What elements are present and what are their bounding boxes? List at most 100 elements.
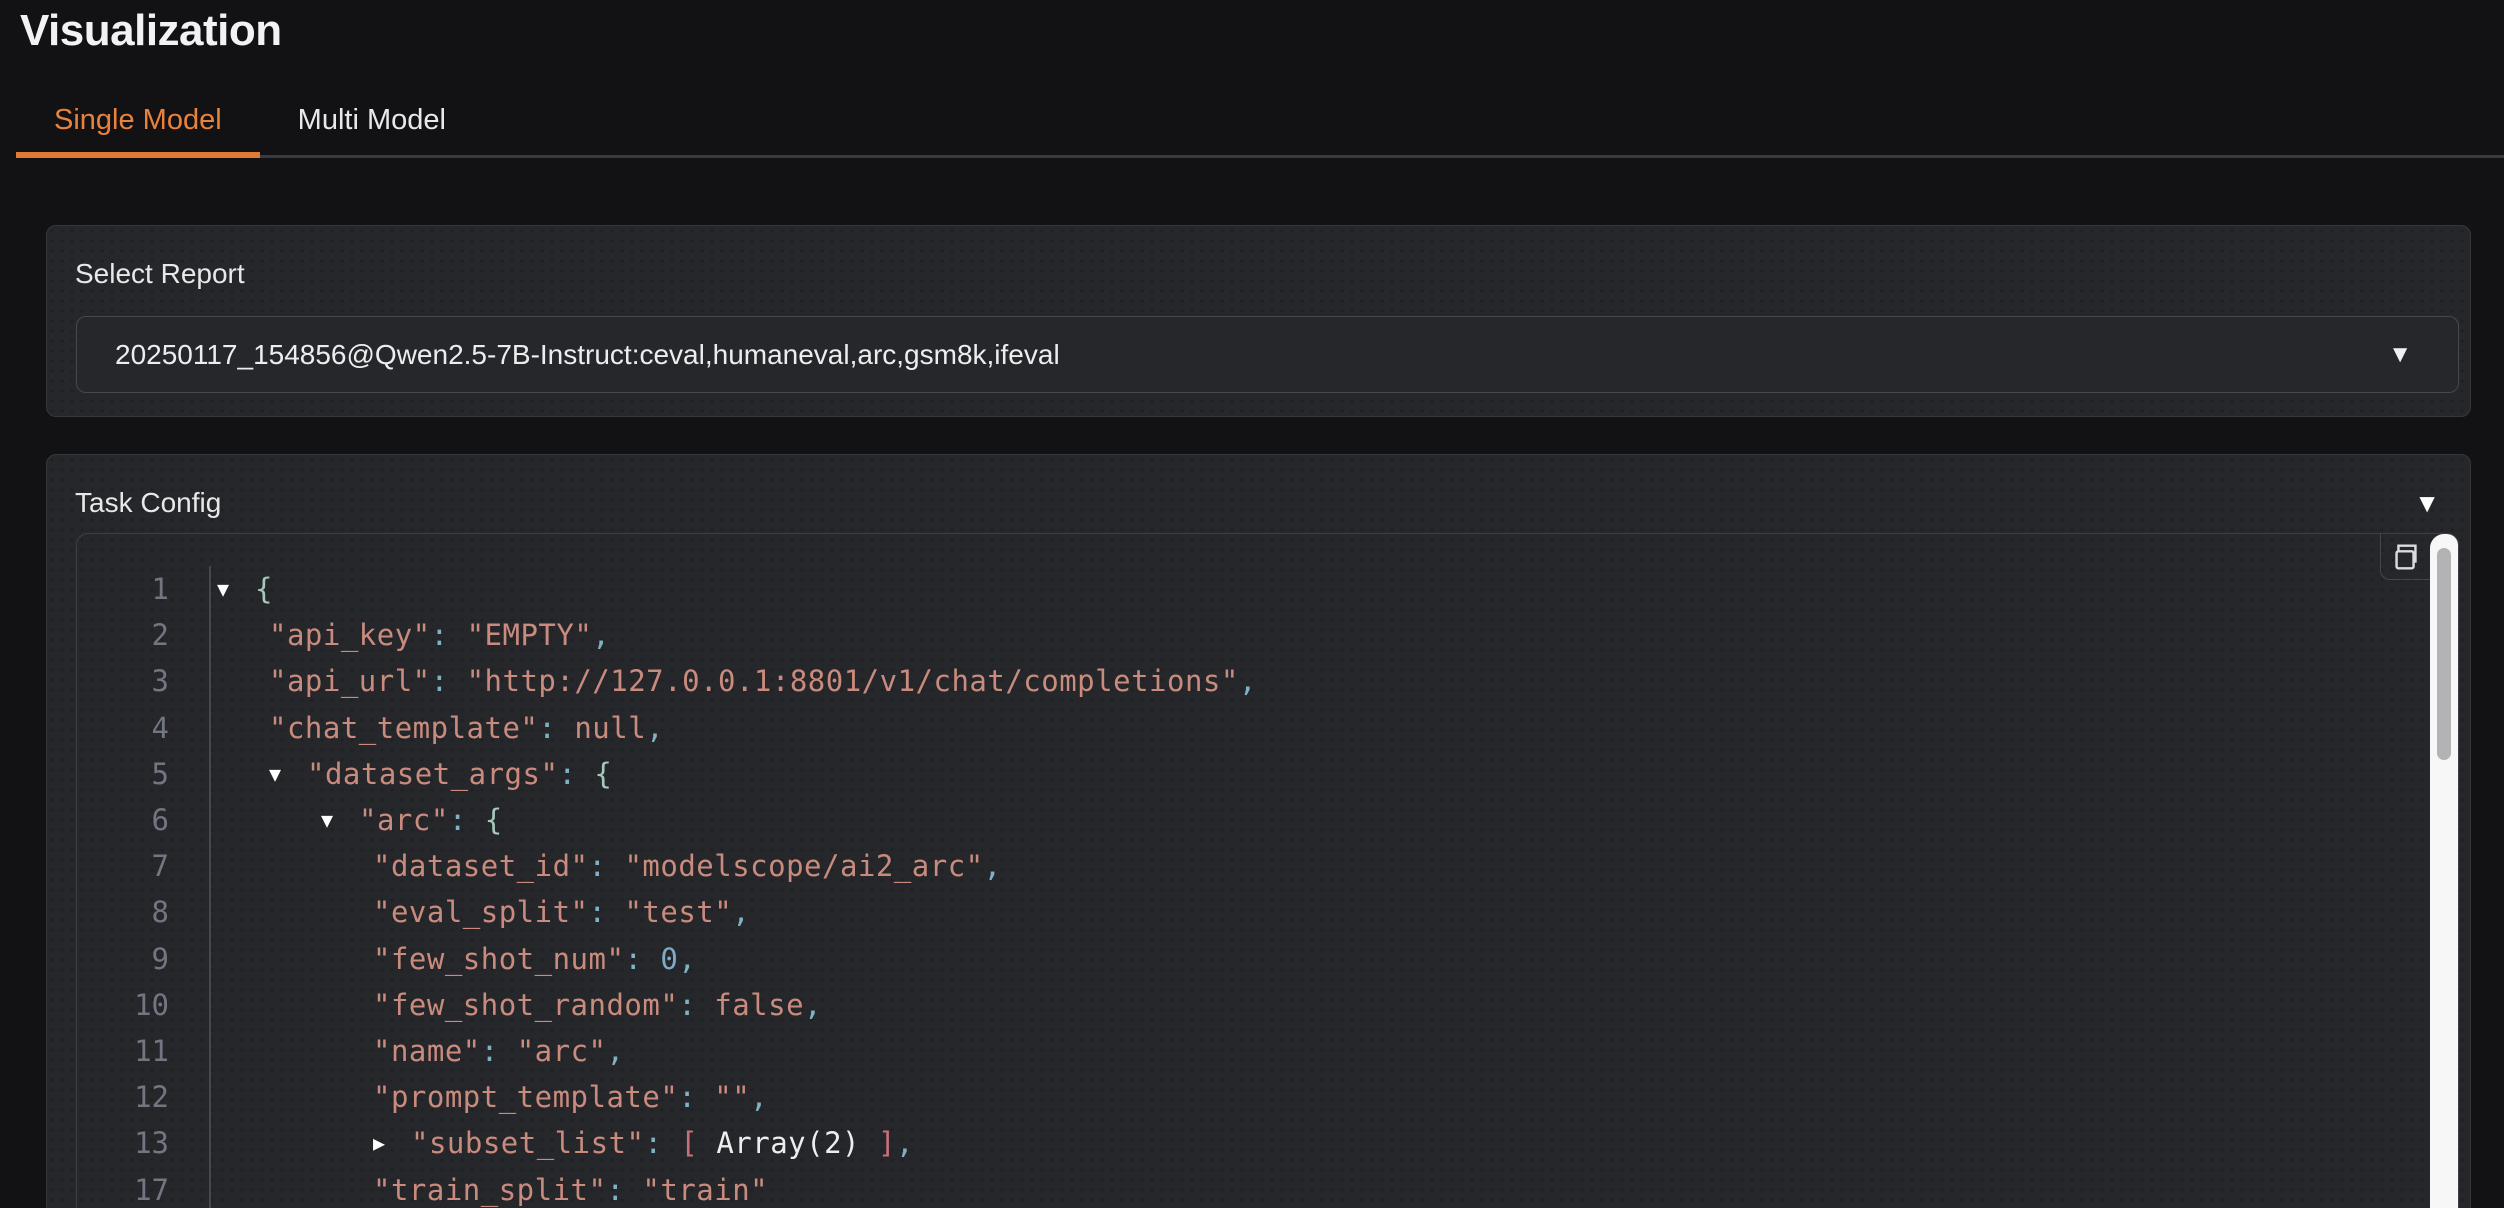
- code-line: 2"api_key": "EMPTY",: [77, 612, 2428, 658]
- token-punct: ,: [592, 618, 610, 652]
- expand-node-icon[interactable]: ▶: [373, 1131, 411, 1155]
- code-line: 11"name": "arc",: [77, 1028, 2428, 1074]
- code-line-content: "name": "arc",: [209, 1028, 2428, 1074]
- code-line: 6▼"arc": {: [77, 797, 2428, 843]
- code-line-content: "train_split": "train": [209, 1166, 2428, 1208]
- token-bracket: [: [680, 1126, 716, 1160]
- code-line: 4"chat_template": null,: [77, 705, 2428, 751]
- token-key: "arc": [359, 803, 449, 837]
- token-punct: :: [431, 618, 467, 652]
- tab-bar: Single ModelMulti Model: [16, 96, 2504, 158]
- line-number: 9: [77, 942, 209, 976]
- token-kw: null: [574, 711, 646, 745]
- token-punct: :: [481, 1034, 517, 1068]
- tab-single-model[interactable]: Single Model: [16, 104, 260, 158]
- code-line-content: "prompt_template": "",: [209, 1074, 2428, 1120]
- token-str: "arc": [517, 1034, 607, 1068]
- token-key: "few_shot_num": [373, 942, 624, 976]
- copy-icon: [2389, 540, 2423, 574]
- token-key: "name": [373, 1034, 481, 1068]
- token-punct: :: [589, 849, 625, 883]
- collapse-node-icon[interactable]: ▼: [321, 808, 359, 832]
- token-punct: :: [678, 988, 714, 1022]
- code-line: 10"few_shot_random": false,: [77, 982, 2428, 1028]
- token-str: "test": [624, 895, 732, 929]
- code-line: 1▼{: [77, 566, 2428, 612]
- code-line-content: ▼"arc": {: [209, 797, 2428, 843]
- code-line: 8 "eval_split": "test",: [77, 889, 2428, 935]
- token-key: "eval_split": [373, 895, 589, 929]
- task-config-label: Task Config: [75, 487, 221, 519]
- code-line: 7"dataset_id": "modelscope/ai2_arc",: [77, 843, 2428, 889]
- code-line-content: ▼"dataset_args": {: [209, 751, 2428, 797]
- token-punct: :: [678, 1080, 714, 1114]
- collapse-node-icon[interactable]: ▼: [217, 577, 255, 601]
- token-key: "train_split": [373, 1173, 606, 1207]
- token-punct: :: [449, 803, 485, 837]
- code-line-content: "chat_template": null,: [209, 705, 2428, 751]
- json-code-rows: 1▼{2"api_key": "EMPTY",3"api_url": "http…: [77, 566, 2428, 1208]
- token-key: "chat_template": [269, 711, 538, 745]
- select-report-label: Select Report: [75, 258, 2442, 290]
- collapse-node-icon[interactable]: ▼: [269, 762, 307, 786]
- token-key: "dataset_args": [307, 757, 558, 791]
- code-line: 12"prompt_template": "",: [77, 1074, 2428, 1120]
- line-number: 4: [77, 711, 209, 745]
- token-brace: {: [255, 572, 273, 606]
- code-line-content: "api_key": "EMPTY",: [209, 612, 2428, 658]
- report-dropdown[interactable]: 20250117_154856@Qwen2.5-7B-Instruct:ceva…: [76, 316, 2459, 393]
- token-str: "EMPTY": [467, 618, 593, 652]
- token-bracket: ]: [860, 1126, 896, 1160]
- token-punct: :: [644, 1126, 680, 1160]
- token-punct: :: [606, 1173, 642, 1207]
- code-line-content: "api_url": "http://127.0.0.1:8801/v1/cha…: [209, 658, 2428, 704]
- token-punct: :: [624, 942, 660, 976]
- task-config-json-viewer: 1▼{2"api_key": "EMPTY",3"api_url": "http…: [76, 533, 2459, 1208]
- token-punct: ,: [732, 895, 750, 929]
- code-line-content: "dataset_id": "modelscope/ai2_arc",: [209, 843, 2428, 889]
- token-str: "train": [642, 1173, 768, 1207]
- code-line-content: ▶"subset_list": [ Array(2) ],: [209, 1120, 2428, 1166]
- copy-button[interactable]: [2380, 534, 2430, 580]
- select-report-card: Select Report 20250117_154856@Qwen2.5-7B…: [46, 225, 2471, 417]
- code-line-content: "few_shot_num": 0,: [209, 936, 2428, 982]
- token-num: 0: [660, 942, 678, 976]
- token-punct: ,: [678, 942, 696, 976]
- chevron-down-icon: ▼: [2388, 343, 2412, 367]
- code-line: 3"api_url": "http://127.0.0.1:8801/v1/ch…: [77, 658, 2428, 704]
- tab-multi-model[interactable]: Multi Model: [260, 104, 484, 158]
- code-line: 9"few_shot_num": 0,: [77, 936, 2428, 982]
- line-number: 6: [77, 803, 209, 837]
- token-punct: ,: [804, 988, 822, 1022]
- token-key: "few_shot_random": [373, 988, 678, 1022]
- collapse-panel-icon[interactable]: ▼: [2414, 490, 2440, 516]
- line-number: 3: [77, 664, 209, 698]
- line-number: 7: [77, 849, 209, 883]
- token-punct: :: [589, 895, 625, 929]
- line-number: 5: [77, 757, 209, 791]
- report-dropdown-value: 20250117_154856@Qwen2.5-7B-Instruct:ceva…: [115, 339, 1060, 371]
- token-punct: ,: [750, 1080, 768, 1114]
- token-punct: :: [538, 711, 574, 745]
- page-title: Visualization: [20, 6, 282, 56]
- code-line: 13▶"subset_list": [ Array(2) ],: [77, 1120, 2428, 1166]
- token-key: "dataset_id": [373, 849, 589, 883]
- task-config-card: Task Config ▼ 1▼{2"api_key": "EMPTY",3"a…: [46, 454, 2471, 1208]
- token-key: "api_url": [269, 664, 431, 698]
- token-punct: :: [558, 757, 594, 791]
- token-punct: ,: [607, 1034, 625, 1068]
- code-line: 17"train_split": "train": [77, 1166, 2428, 1208]
- token-key: "prompt_template": [373, 1080, 678, 1114]
- line-number: 11: [77, 1034, 209, 1068]
- token-brace: {: [594, 757, 612, 791]
- scrollbar-thumb[interactable]: [2437, 548, 2451, 760]
- line-number: 2: [77, 618, 209, 652]
- line-number: 13: [77, 1126, 209, 1160]
- line-number: 17: [77, 1173, 209, 1207]
- token-punct: ,: [896, 1126, 914, 1160]
- scrollbar[interactable]: [2430, 534, 2458, 1208]
- code-line: 5▼"dataset_args": {: [77, 751, 2428, 797]
- token-punct: :: [431, 664, 467, 698]
- code-line-content: ▼{: [209, 566, 2428, 612]
- line-number: 8: [77, 895, 209, 929]
